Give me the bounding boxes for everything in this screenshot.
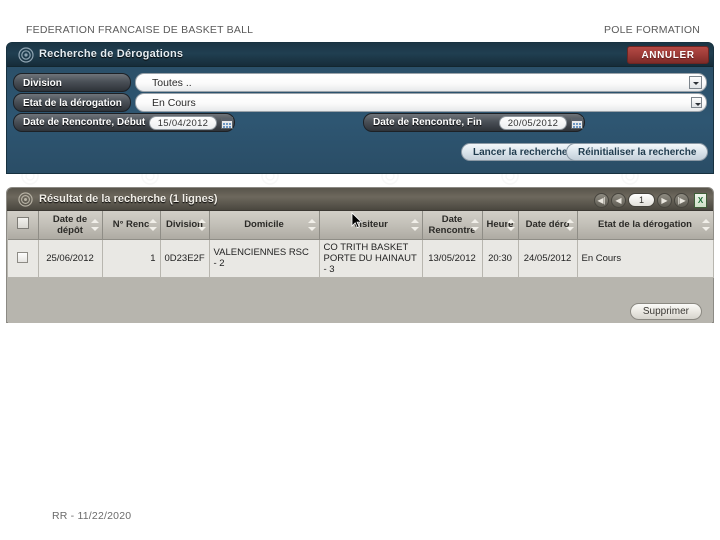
date-fin-label: Date de Rencontre, Fin: [373, 117, 482, 128]
col-label-date-rencontre: Date Rencontre: [428, 213, 476, 236]
prev-page-icon: ◀: [615, 195, 622, 205]
col-header-heure[interactable]: Heure: [482, 211, 519, 240]
table-row[interactable]: 25/06/2012 1 0D23E2F VALENCIENNES RSC - …: [8, 239, 714, 278]
date-fin-group: Date de Rencontre, Fin 20/05/2012: [363, 113, 585, 132]
date-row: Date de Rencontre, Début 15/04/2012 Date…: [13, 113, 707, 132]
date-debut-input[interactable]: 15/04/2012: [149, 116, 217, 130]
next-page-button[interactable]: ▶: [657, 192, 672, 208]
application-screenshot: Recherche de Dérogations ANNULER Divisio…: [6, 42, 714, 323]
result-panel: Résultat de la recherche (1 lignes) ◀| ◀…: [6, 187, 714, 323]
division-row: Division Toutes ..: [13, 73, 707, 92]
sort-icon[interactable]: [148, 219, 157, 231]
col-header-date-depot[interactable]: Date de dépôt: [38, 211, 103, 240]
sort-icon[interactable]: [90, 219, 99, 231]
first-page-button[interactable]: ◀|: [594, 192, 609, 208]
col-label-visiteur: Visiteur: [353, 219, 388, 231]
date-fin-input[interactable]: 20/05/2012: [499, 116, 567, 130]
division-select[interactable]: Toutes ..: [135, 73, 707, 92]
col-label-date-dero: Date déro: [525, 219, 570, 231]
col-header-num-renc[interactable]: N° Renc: [102, 211, 161, 240]
sort-icon[interactable]: [701, 219, 710, 231]
row-checkbox[interactable]: [17, 252, 29, 264]
sort-icon[interactable]: [410, 219, 419, 231]
cell-visiteur: CO TRITH BASKET PORTE DU HAINAUT - 3: [319, 239, 423, 278]
cell-division: 0D23E2F: [160, 239, 210, 278]
last-page-icon: |▶: [677, 195, 686, 205]
calendar-icon[interactable]: [221, 117, 233, 129]
date-debut-label: Date de Rencontre, Début: [23, 117, 146, 128]
etat-select[interactable]: En Cours: [135, 93, 707, 112]
pagination-controls: ◀| ◀ 1 ▶ |▶: [594, 192, 707, 208]
federation-title: FEDERATION FRANCAISE DE BASKET BALL: [26, 24, 254, 36]
col-header-division[interactable]: Division: [160, 211, 210, 240]
last-page-button[interactable]: |▶: [674, 192, 689, 208]
first-page-icon: ◀|: [597, 195, 606, 205]
col-header-date-rencontre[interactable]: Date Rencontre: [422, 211, 483, 240]
table-footer: Supprimer: [8, 298, 712, 323]
next-page-icon: ▶: [661, 195, 668, 205]
etat-row: Etat de la dérogation En Cours: [13, 93, 707, 112]
etat-label: Etat de la dérogation: [13, 93, 131, 112]
result-panel-titlebar: Résultat de la recherche (1 lignes) ◀| ◀…: [7, 188, 713, 211]
cell-heure: 20:30: [482, 239, 519, 278]
cell-etat: En Cours: [577, 239, 714, 278]
search-panel: Recherche de Dérogations ANNULER Divisio…: [6, 42, 714, 174]
chevron-down-icon[interactable]: [689, 76, 702, 89]
cell-date-dero: 24/05/2012: [518, 239, 578, 278]
select-all-header[interactable]: [8, 211, 39, 240]
col-label-domicile: Domicile: [244, 219, 284, 231]
sort-icon[interactable]: [470, 219, 479, 231]
search-panel-titlebar: Recherche de Dérogations ANNULER: [7, 43, 713, 67]
row-select-cell[interactable]: [8, 239, 39, 278]
pole-formation-title: POLE FORMATION: [604, 24, 700, 36]
col-header-etat[interactable]: Etat de la dérogation: [577, 211, 714, 240]
slide-footer: RR - 11/22/2020: [52, 510, 132, 522]
col-label-num-renc: N° Renc: [112, 219, 150, 231]
chevron-down-icon[interactable]: [691, 97, 702, 108]
division-label: Division: [13, 73, 131, 92]
slide-header: FEDERATION FRANCAISE DE BASKET BALL POLE…: [0, 24, 720, 42]
cell-date-rencontre: 13/05/2012: [422, 239, 483, 278]
cell-num-renc: 1: [102, 239, 161, 278]
date-debut-group: Date de Rencontre, Début 15/04/2012: [13, 113, 235, 132]
delete-button[interactable]: Supprimer: [629, 303, 702, 320]
search-panel-title: Recherche de Dérogations: [39, 48, 184, 60]
excel-export-icon[interactable]: [694, 192, 707, 208]
col-header-visiteur[interactable]: Visiteur: [319, 211, 423, 240]
gear-icon: [18, 47, 34, 63]
col-label-etat: Etat de la dérogation: [598, 219, 692, 231]
sort-icon[interactable]: [565, 219, 574, 231]
sort-icon[interactable]: [307, 219, 316, 231]
reset-search-button[interactable]: Réinitialiser la recherche: [566, 143, 709, 161]
page-number-input[interactable]: 1: [628, 193, 655, 207]
result-panel-title: Résultat de la recherche (1 lignes): [39, 193, 218, 205]
cell-domicile: VALENCIENNES RSC - 2: [209, 239, 320, 278]
col-header-date-dero[interactable]: Date déro: [518, 211, 578, 240]
sort-icon[interactable]: [197, 219, 206, 231]
table-header-row: Date de dépôt N° Renc Division Domicile: [8, 211, 714, 240]
prev-page-button[interactable]: ◀: [611, 192, 626, 208]
cell-date-depot: 25/06/2012: [38, 239, 103, 278]
gear-icon: [18, 192, 33, 207]
cancel-button[interactable]: ANNULER: [627, 46, 709, 64]
select-all-checkbox[interactable]: [16, 217, 29, 230]
launch-search-button[interactable]: Lancer la recherche: [461, 143, 580, 161]
col-label-date-depot: Date de dépôt: [52, 213, 88, 236]
calendar-icon[interactable]: [571, 117, 583, 129]
results-table: Date de dépôt N° Renc Division Domicile: [8, 211, 714, 278]
col-header-domicile[interactable]: Domicile: [209, 211, 320, 240]
sort-icon[interactable]: [506, 219, 515, 231]
